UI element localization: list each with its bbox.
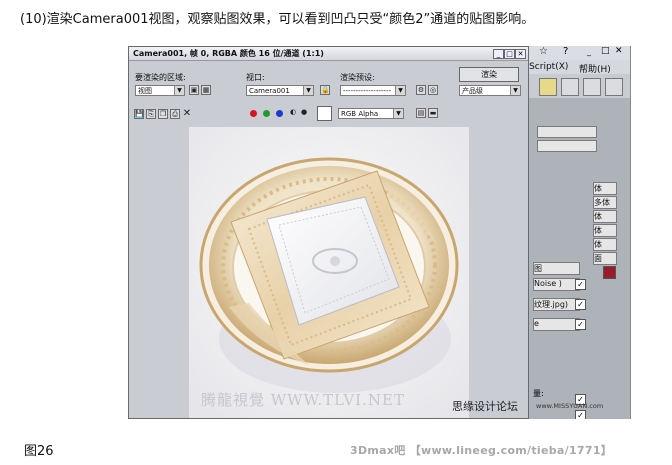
save-icon[interactable]: 💾 (134, 109, 144, 119)
map-checkbox[interactable]: ✓ (575, 319, 586, 330)
maximize-icon[interactable]: □ (601, 46, 610, 56)
viewport-value: Camera001 (249, 87, 290, 95)
green-channel-icon[interactable] (263, 110, 270, 117)
clone-icon[interactable]: ❐ (158, 109, 168, 119)
rollout-item[interactable]: 体 (593, 224, 617, 237)
auto-region-icon[interactable]: ▦ (201, 85, 211, 95)
rollout-item[interactable]: 体 (593, 182, 617, 195)
swatch-box[interactable] (317, 106, 332, 121)
preset-value: ------------------- (343, 87, 391, 95)
map-checkbox[interactable]: ✓ (575, 299, 586, 310)
chevron-down-icon[interactable]: ▼ (395, 86, 405, 95)
map-checkbox[interactable]: ✓ (575, 279, 586, 290)
channel-value: RGB Alpha (341, 110, 379, 118)
tool-icon-4[interactable] (605, 78, 623, 96)
print-icon[interactable]: ⎙ (170, 109, 180, 119)
command-panel: 体 多体 体 体 体 面 图 Noise ) ✓ 纹理.jpg) ✓ e ✓ 量… (527, 98, 630, 419)
rollout-item[interactable]: 面 (593, 252, 617, 265)
rollout-item[interactable]: 体 (593, 210, 617, 223)
color-swatch[interactable] (603, 266, 616, 279)
tool-icon-1[interactable] (539, 78, 557, 96)
chevron-down-icon[interactable]: ▼ (303, 86, 313, 95)
amount-label: 量: (533, 389, 544, 398)
footer-link[interactable]: 3Dmax吧 【www.lineeg.com/tieba/1771】 (350, 442, 612, 458)
menu-maxscript[interactable]: MAXScript(X) (527, 62, 568, 72)
background-3dsmax-panel: ☆ ? _ □ ✕ MAXScript(X) 帮助(H) 体 多体 体 体 体 … (527, 46, 631, 419)
quality-value: 产品级 (462, 87, 483, 95)
rollout-item[interactable]: 体 (593, 238, 617, 251)
figure-caption: 图26 (24, 444, 54, 459)
map-list-item[interactable]: 图 (533, 262, 580, 275)
render-window-title: Camera001, 帧 0, RGBA 颜色 16 位/通道 (1:1) (133, 49, 324, 58)
viewport-dropdown[interactable]: Camera001 ▼ (246, 85, 314, 96)
copy-icon[interactable]: ⎘ (146, 109, 156, 119)
chevron-down-icon[interactable]: ▼ (174, 86, 184, 95)
preset-dropdown[interactable]: ------------------- ▼ (340, 85, 406, 96)
quality-dropdown[interactable]: 产品级 ▼ (459, 85, 521, 96)
display-toggle-icon[interactable]: ▤ (416, 108, 426, 118)
area-label: 要渲染的区域: (135, 73, 186, 82)
close-icon[interactable]: ✕ (515, 49, 526, 59)
help-icon[interactable]: ? (563, 46, 568, 57)
render-setup-icon[interactable]: ⚙ (416, 85, 426, 95)
clear-icon[interactable]: ✕ (182, 109, 192, 119)
background-toolstrip (527, 74, 630, 98)
chevron-down-icon[interactable]: ▼ (393, 109, 403, 118)
map-list-item[interactable]: Noise ) (533, 278, 580, 291)
region-edit-icon[interactable]: ▣ (189, 85, 199, 95)
render-watermark: 腾龍視覺 WWW.TLVI.NET (201, 391, 405, 409)
blue-channel-icon[interactable] (276, 110, 283, 117)
rendered-image: 腾龍視覺 WWW.TLVI.NET (189, 127, 469, 418)
rollout-item[interactable]: 多体 (593, 196, 617, 209)
lock-icon[interactable]: 🔒 (320, 85, 330, 95)
channel-dropdown[interactable]: RGB Alpha ▼ (338, 108, 404, 119)
area-dropdown[interactable]: 视图 ▼ (135, 85, 185, 96)
render-window-titlebar[interactable]: Camera001, 帧 0, RGBA 颜色 16 位/通道 (1:1) _ … (129, 47, 528, 61)
background-topbar: ☆ ? _ □ ✕ (527, 46, 630, 60)
viewport-label: 视口: (246, 73, 265, 82)
red-channel-icon[interactable] (250, 110, 257, 117)
rollout-dropdown[interactable] (537, 126, 597, 138)
map-checkbox[interactable]: ✓ (575, 410, 586, 419)
background-menubar: MAXScript(X) 帮助(H) (527, 60, 630, 75)
forum-watermark: 思缘设计论坛 (452, 400, 518, 413)
close-icon[interactable]: ✕ (615, 46, 623, 56)
minimize-icon[interactable]: _ (493, 49, 504, 59)
tool-icon-3[interactable] (583, 78, 601, 96)
area-value: 视图 (138, 87, 152, 95)
top-caption: (10)渲染Camera001视图，观察贴图效果，可以看到凹凸只受“颜色2”通道… (20, 12, 535, 27)
environment-icon[interactable]: ◎ (428, 85, 438, 95)
tool-icon-2[interactable] (561, 78, 579, 96)
mono-icon[interactable]: ● (299, 108, 309, 118)
star-icon[interactable]: ☆ (539, 46, 548, 57)
alpha-channel-icon[interactable]: ◐ (288, 108, 298, 118)
maximize-icon[interactable]: □ (504, 49, 515, 59)
chevron-down-icon[interactable]: ▼ (510, 86, 520, 95)
render-frame-window: Camera001, 帧 0, RGBA 颜色 16 位/通道 (1:1) _ … (128, 46, 529, 419)
forum-url-watermark: www.MISSYUAN.com (536, 402, 604, 410)
display-toggle-icon-2[interactable]: ▬ (428, 108, 438, 118)
map-list-item[interactable]: e (533, 318, 580, 331)
plate-render (189, 127, 469, 418)
minimize-icon[interactable]: _ (587, 47, 591, 56)
rollout-dropdown-2[interactable] (537, 140, 597, 152)
preset-label: 渲染预设: (340, 73, 375, 82)
map-list-item[interactable]: 纹理.jpg) (533, 298, 580, 311)
render-button[interactable]: 渲染 (459, 67, 519, 82)
